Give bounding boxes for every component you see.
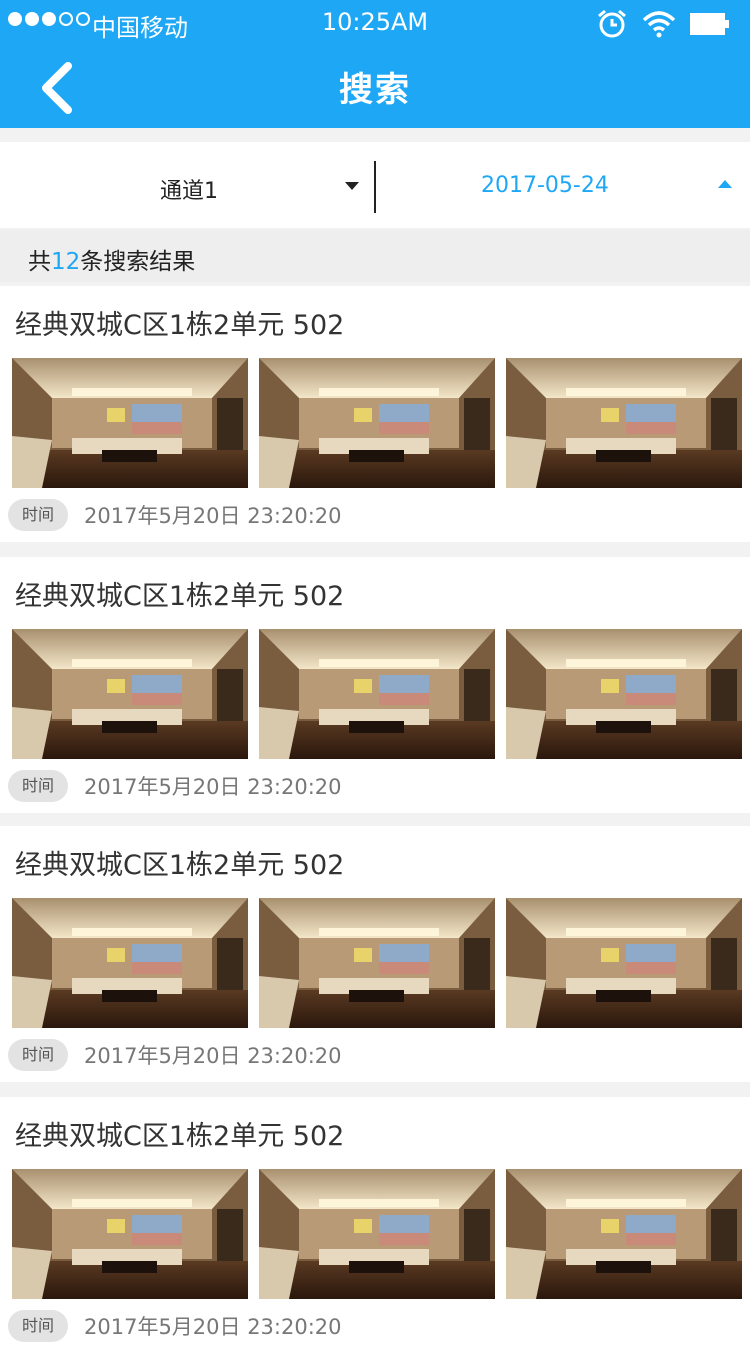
dropdown-arrow-icon (345, 182, 359, 190)
time-label-badge: 时间 (8, 1039, 68, 1071)
room-photo-icon (506, 629, 742, 759)
wifi-icon (642, 11, 676, 38)
page-title: 搜索 (339, 70, 411, 110)
thumbnail-row (12, 629, 742, 759)
thumbnail-row (12, 1169, 742, 1299)
result-count-prefix: 共 (28, 249, 51, 275)
time-label-badge: 时间 (8, 499, 68, 531)
result-card[interactable]: 经典双城C区1栋2单元 502 时间 2017年5月20日 23:20:20 (0, 557, 750, 813)
app-header: 中国移动 10:25AM 搜索 (0, 0, 750, 128)
room-photo[interactable] (12, 898, 248, 1028)
date-dropdown[interactable]: 2017-05-24 (376, 142, 750, 228)
room-photo[interactable] (506, 629, 742, 759)
alarm-icon (598, 9, 626, 38)
room-photo-icon (12, 629, 248, 759)
room-photo-icon (259, 358, 495, 488)
room-photo-icon (12, 898, 248, 1028)
room-photo[interactable] (259, 1169, 495, 1299)
room-photo-icon (12, 358, 248, 488)
room-photo-icon (259, 898, 495, 1028)
time-value: 2017年5月20日 23:20:20 (84, 504, 342, 528)
room-photo[interactable] (259, 898, 495, 1028)
result-card[interactable]: 经典双城C区1栋2单元 502 时间 2017年5月20日 23:20:20 (0, 286, 750, 542)
time-value: 2017年5月20日 23:20:20 (84, 775, 342, 799)
time-row: 时间 2017年5月20日 23:20:20 (8, 1310, 342, 1342)
time-row: 时间 2017年5月20日 23:20:20 (8, 1039, 342, 1071)
room-photo-icon (259, 629, 495, 759)
room-photo[interactable] (259, 629, 495, 759)
room-photo[interactable] (12, 629, 248, 759)
room-photo-icon (506, 898, 742, 1028)
time-label-badge: 时间 (8, 1310, 68, 1342)
room-photo[interactable] (259, 358, 495, 488)
result-count: 共12条搜索结果 (28, 242, 195, 276)
result-count-suffix: 条搜索结果 (80, 249, 196, 275)
time-row: 时间 2017年5月20日 23:20:20 (8, 770, 342, 802)
room-photo[interactable] (12, 358, 248, 488)
room-photo-icon (506, 358, 742, 488)
result-card[interactable]: 经典双城C区1栋2单元 502 时间 2017年5月20日 23:20:20 (0, 826, 750, 1082)
room-photo[interactable] (506, 1169, 742, 1299)
dropdown-arrow-up-icon (718, 180, 732, 188)
result-title: 经典双城C区1栋2单元 502 (15, 1121, 345, 1152)
room-photo[interactable] (506, 358, 742, 488)
result-title: 经典双城C区1栋2单元 502 (15, 581, 345, 612)
thumbnail-row (12, 898, 742, 1028)
time-value: 2017年5月20日 23:20:20 (84, 1315, 342, 1339)
status-bar: 中国移动 10:25AM (0, 0, 750, 46)
time-row: 时间 2017年5月20日 23:20:20 (8, 499, 342, 531)
room-photo-icon (12, 1169, 248, 1299)
channel-value: 通道1 (160, 179, 218, 204)
time-label-badge: 时间 (8, 770, 68, 802)
result-count-bar: 共12条搜索结果 (0, 230, 750, 282)
nav-bar: 搜索 (0, 46, 750, 128)
filter-bar: 通道1 2017-05-24 (0, 142, 750, 228)
result-count-number: 12 (51, 249, 81, 275)
channel-dropdown[interactable]: 通道1 (0, 142, 374, 228)
room-photo[interactable] (12, 1169, 248, 1299)
battery-icon (690, 13, 729, 35)
result-card[interactable]: 经典双城C区1栋2单元 502 时间 2017年5月20日 23:20:20 (0, 1097, 750, 1353)
thumbnail-row (12, 358, 742, 488)
room-photo-icon (259, 1169, 495, 1299)
date-value: 2017-05-24 (481, 173, 609, 198)
result-title: 经典双城C区1栋2单元 502 (15, 310, 345, 341)
room-photo-icon (506, 1169, 742, 1299)
time-value: 2017年5月20日 23:20:20 (84, 1044, 342, 1068)
room-photo[interactable] (506, 898, 742, 1028)
result-title: 经典双城C区1栋2单元 502 (15, 850, 345, 881)
